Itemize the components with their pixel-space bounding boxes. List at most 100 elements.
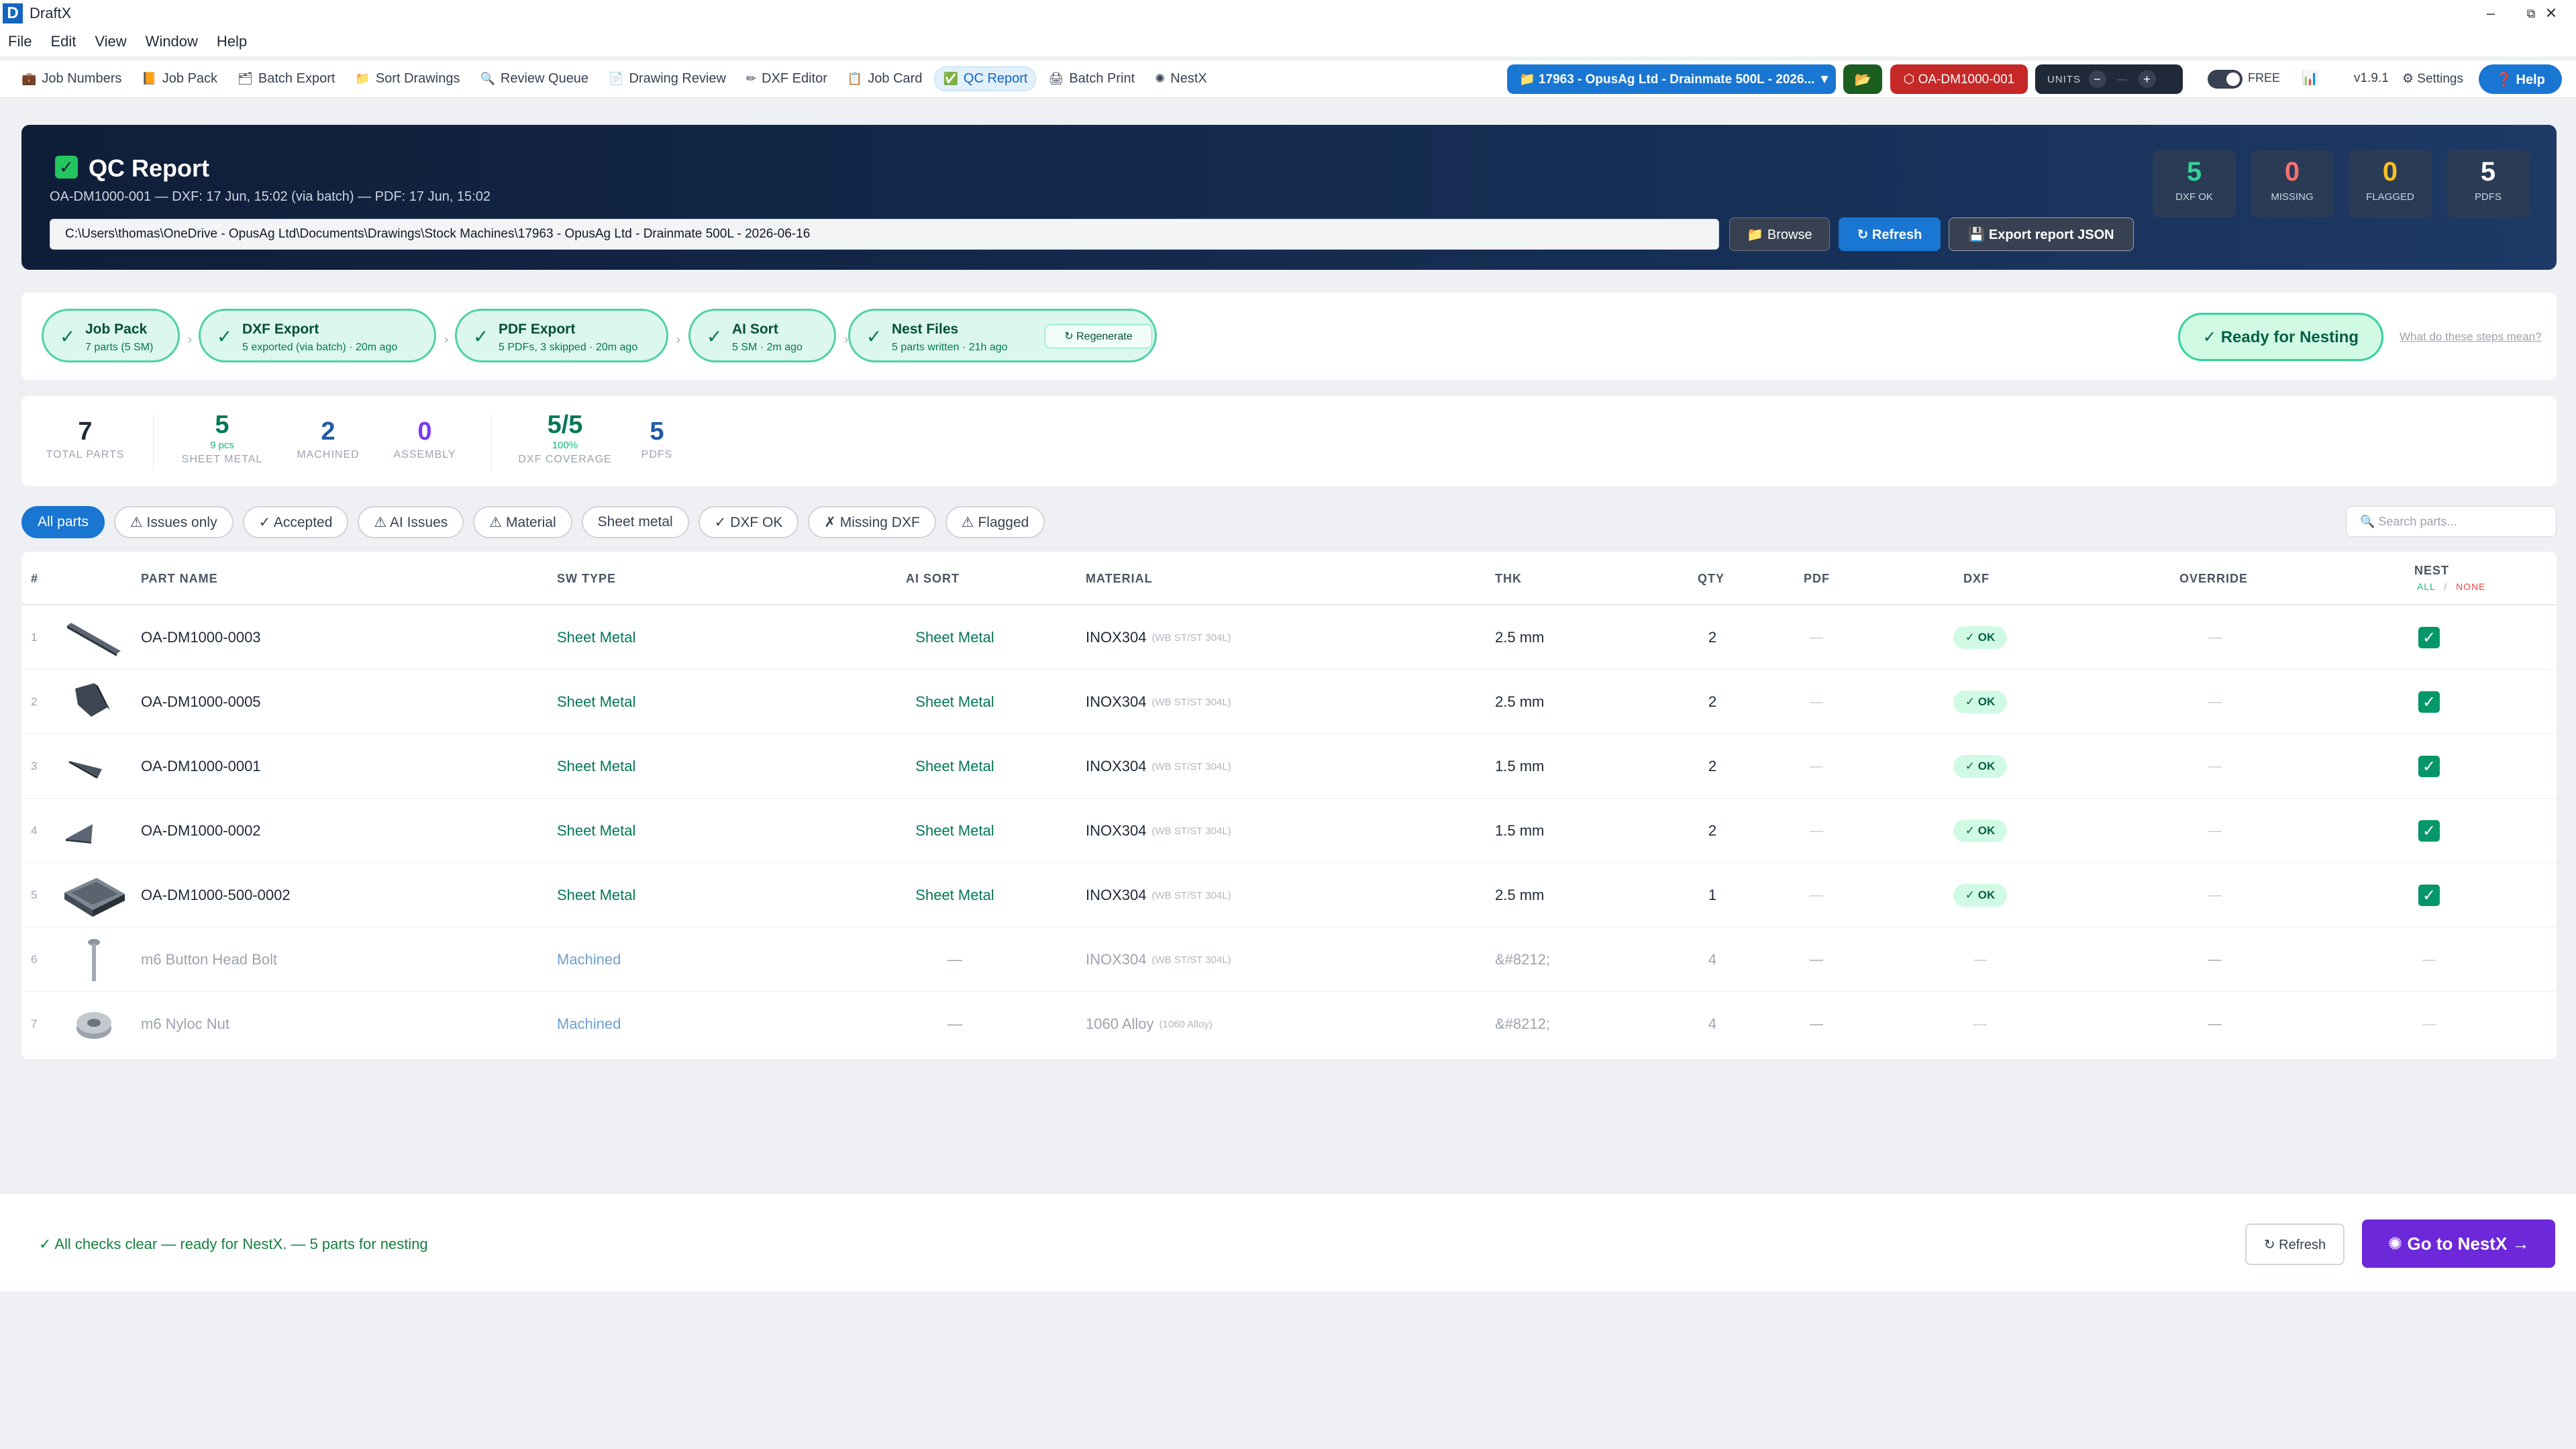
nest-checkbox[interactable]: ✓ bbox=[2418, 691, 2440, 713]
table-row[interactable]: 2 OA-DM1000-0005 Sheet Metal Sheet Metal… bbox=[21, 670, 2557, 734]
stat-value: 5 bbox=[2186, 157, 2202, 187]
override-status[interactable]: — bbox=[2205, 863, 2225, 928]
minimize-button[interactable]: – bbox=[2471, 0, 2511, 27]
nest-checkbox[interactable]: ✓ bbox=[2418, 756, 2440, 777]
menu-help[interactable]: Help bbox=[217, 33, 247, 50]
regenerate-button[interactable]: ↻ Regenerate bbox=[1045, 324, 1152, 348]
override-status[interactable]: — bbox=[2205, 670, 2225, 734]
col-material[interactable]: MATERIAL bbox=[1086, 572, 1153, 586]
tab-review-queue[interactable]: 🔍 Review Queue bbox=[472, 67, 597, 91]
override-status[interactable]: — bbox=[2205, 605, 2225, 670]
menu-view[interactable]: View bbox=[95, 33, 126, 50]
tab-qc-report[interactable]: ✅ QC Report bbox=[934, 66, 1037, 91]
step-status: 7 parts (5 SM) bbox=[85, 342, 154, 353]
filter-ai-issues[interactable]: ⚠ AI Issues bbox=[358, 506, 464, 538]
filter-dxf-ok[interactable]: ✓ DXF OK bbox=[698, 506, 799, 538]
step-job-pack[interactable]: ✓ Job Pack 7 parts (5 SM) bbox=[42, 309, 180, 362]
dxf-cell: ✓ OK bbox=[1950, 863, 2010, 928]
col-part-name[interactable]: PART NAME bbox=[141, 572, 218, 586]
menu-file[interactable]: File bbox=[8, 33, 32, 50]
table-row[interactable]: 3 OA-DM1000-0001 Sheet Metal Sheet Metal… bbox=[21, 734, 2557, 799]
refresh-button[interactable]: ↻ Refresh bbox=[1839, 217, 1941, 251]
open-folder-button[interactable]: 📂 bbox=[1843, 64, 1882, 94]
job-selector-dropdown[interactable]: 📁 17963 - OpusAg Ltd - Drainmate 500L - … bbox=[1507, 64, 1836, 94]
col-pdf[interactable]: PDF bbox=[1804, 572, 1830, 586]
table-row[interactable]: 6 m6 Button Head Bolt Machined — INOX304… bbox=[21, 928, 2557, 992]
export-report-json-button[interactable]: 💾 Export report JSON bbox=[1949, 217, 2134, 251]
material: INOX304 (WB ST/ST 304L) bbox=[1086, 863, 1231, 928]
nest-checkbox[interactable]: ✓ bbox=[2418, 627, 2440, 648]
menu-edit[interactable]: Edit bbox=[50, 33, 76, 50]
override-status[interactable]: — bbox=[2205, 992, 2225, 1056]
material-spec: (WB ST/ST 304L) bbox=[1151, 954, 1231, 966]
tab-job-pack[interactable]: 📙 Job Pack bbox=[134, 67, 225, 91]
tab-dxf-editor[interactable]: ✏ DXF Editor bbox=[738, 67, 835, 91]
tab-batch-export[interactable]: 🗂 Batch Export bbox=[229, 67, 343, 91]
step-pdf-export[interactable]: ✓ PDF Export 5 PDFs, 3 skipped · 20m ago bbox=[455, 309, 668, 362]
help-button[interactable]: ❓ Help bbox=[2479, 64, 2562, 94]
browse-button[interactable]: 📁 Browse bbox=[1729, 217, 1830, 251]
nest-checkbox[interactable]: ✓ bbox=[2418, 820, 2440, 842]
sw-type: Sheet Metal bbox=[557, 822, 636, 839]
tab-sort-drawings[interactable]: 📁 Sort Drawings bbox=[347, 67, 468, 91]
tab-drawing-review[interactable]: 📄 Drawing Review bbox=[601, 67, 734, 91]
summary-value: 0 bbox=[417, 417, 432, 446]
filter-sheet-metal[interactable]: Sheet metal bbox=[581, 506, 689, 538]
steps-help-link[interactable]: What do these steps mean? bbox=[2400, 330, 2542, 344]
tab-label: Sort Drawings bbox=[375, 71, 460, 86]
part-number-badge[interactable]: ⬡ OA-DM1000-001 bbox=[1890, 64, 2028, 94]
settings-button[interactable]: ⚙ Settings bbox=[2402, 71, 2463, 87]
filter-issues-only[interactable]: ⚠ Issues only bbox=[113, 506, 234, 538]
table-row[interactable]: 1 OA-DM1000-0003 Sheet Metal Sheet Metal… bbox=[21, 605, 2557, 670]
ready-for-nesting-badge[interactable]: ✓ Ready for Nesting bbox=[2178, 313, 2383, 361]
material-spec: (WB ST/ST 304L) bbox=[1151, 889, 1231, 901]
col-qty[interactable]: QTY bbox=[1698, 572, 1724, 586]
tab-label: Batch Print bbox=[1069, 71, 1135, 86]
col-dxf[interactable]: DXF bbox=[1963, 572, 1990, 586]
menu-window[interactable]: Window bbox=[146, 33, 198, 50]
col-thk[interactable]: THK bbox=[1495, 572, 1522, 586]
units-decrement-button[interactable]: − bbox=[2089, 70, 2106, 88]
quantity: 2 bbox=[1708, 822, 1717, 839]
check-icon: ✓ bbox=[866, 326, 882, 347]
part-name: m6 Button Head Bolt bbox=[141, 951, 278, 968]
tab-job-numbers[interactable]: 💼 Job Numbers bbox=[13, 67, 130, 91]
filter-all-parts[interactable]: All parts bbox=[21, 506, 105, 538]
nest-checkbox[interactable]: ✓ bbox=[2418, 885, 2440, 906]
step-nest-files[interactable]: ✓ Nest Files 5 parts written · 21h ago ↻… bbox=[848, 309, 1157, 362]
units-increment-button[interactable]: + bbox=[2139, 70, 2156, 88]
col-sw-type[interactable]: SW TYPE bbox=[557, 572, 616, 586]
stat-label: DXF OK bbox=[2175, 191, 2213, 203]
table-row[interactable]: 7 m6 Nyloc Nut Machined — 1060 Alloy (10… bbox=[21, 992, 2557, 1056]
search-parts-input[interactable]: 🔍 Search parts... bbox=[2346, 506, 2557, 537]
dxf-status: — bbox=[1973, 1016, 1987, 1032]
step-ai-sort[interactable]: ✓ AI Sort 5 SM · 2m ago bbox=[688, 309, 836, 362]
step-dxf-export[interactable]: ✓ DXF Export 5 exported (via batch) · 20… bbox=[199, 309, 436, 362]
override-status[interactable]: — bbox=[2205, 928, 2225, 992]
nest-select-all[interactable]: ALL bbox=[2417, 581, 2435, 592]
free-mode-toggle[interactable] bbox=[2208, 70, 2243, 89]
thickness: 2.5 mm bbox=[1495, 693, 1545, 710]
col-ai-sort[interactable]: AI SORT bbox=[906, 572, 960, 586]
col-override[interactable]: OVERRIDE bbox=[2179, 572, 2248, 586]
nest-separator: / bbox=[2444, 581, 2448, 592]
folder-path-input[interactable]: C:\Users\thomas\OneDrive - OpusAg Ltd\Do… bbox=[50, 219, 1719, 250]
tab-nestx[interactable]: ✺ NestX bbox=[1147, 67, 1215, 91]
tab-label: DXF Editor bbox=[762, 71, 827, 86]
filter-missing-dxf[interactable]: ✗ Missing DXF bbox=[808, 506, 936, 538]
footer-refresh-button[interactable]: ↻ Refresh bbox=[2245, 1223, 2345, 1265]
filter-accepted[interactable]: ✓ Accepted bbox=[242, 506, 349, 538]
override-status[interactable]: — bbox=[2205, 799, 2225, 863]
step-title: DXF Export bbox=[242, 321, 319, 337]
tab-job-card[interactable]: 📋 Job Card bbox=[839, 67, 931, 91]
stats-chart-icon[interactable]: 📊 bbox=[2302, 70, 2318, 87]
tab-batch-print[interactable]: 🖨 Batch Print bbox=[1040, 67, 1143, 91]
filter-material[interactable]: ⚠ Material bbox=[473, 506, 572, 538]
close-button[interactable]: ✕ bbox=[2531, 0, 2571, 27]
go-to-nestx-button[interactable]: ✺ Go to NestX → bbox=[2362, 1219, 2555, 1268]
override-status[interactable]: — bbox=[2205, 734, 2225, 799]
table-row[interactable]: 5 OA-DM1000-500-0002 Sheet Metal Sheet M… bbox=[21, 863, 2557, 928]
table-row[interactable]: 4 OA-DM1000-0002 Sheet Metal Sheet Metal… bbox=[21, 799, 2557, 863]
filter-flagged[interactable]: ⚠ Flagged bbox=[945, 506, 1045, 538]
nest-select-none[interactable]: NONE bbox=[2456, 581, 2485, 592]
